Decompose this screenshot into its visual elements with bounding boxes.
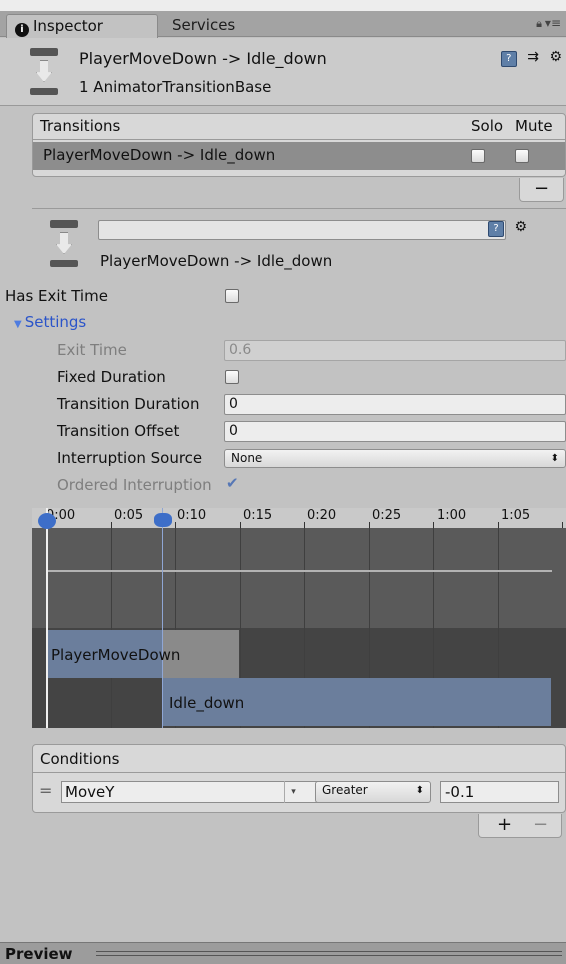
- object-title: PlayerMoveDown -> Idle_down: [79, 49, 327, 68]
- condition-mode-dropdown[interactable]: Greater ⬍: [315, 781, 431, 803]
- info-icon: i: [15, 23, 29, 37]
- conditions-list: Conditions = MoveY ▾ Greater ⬍ -0.1: [32, 744, 566, 813]
- conditions-header: Conditions: [33, 745, 565, 773]
- tab-inspector[interactable]: i Inspector: [6, 14, 158, 38]
- end-handle-icon[interactable]: [154, 513, 172, 527]
- dest-clip-block[interactable]: Idle_down: [163, 678, 551, 726]
- interruption-source-value: None: [231, 451, 263, 465]
- settings-gear-icon[interactable]: ⚙: [549, 49, 562, 65]
- add-condition-button[interactable]: +: [497, 814, 512, 836]
- ordered-interruption-checkmark-icon[interactable]: ✔: [226, 474, 239, 492]
- transition-duration-field[interactable]: 0: [224, 394, 566, 415]
- object-header: PlayerMoveDown -> Idle_down 1 AnimatorTr…: [0, 38, 566, 106]
- transition-icon: [50, 220, 78, 270]
- source-clip-label: PlayerMoveDown: [51, 646, 181, 664]
- transition-duration-label: Transition Duration: [57, 395, 200, 413]
- exit-time-label: Exit Time: [57, 341, 127, 359]
- transition-name-input[interactable]: [98, 220, 506, 240]
- tab-inspector-label: Inspector: [33, 17, 103, 35]
- settings-label: Settings: [24, 313, 87, 331]
- foldout-arrow-icon: ▼: [14, 319, 22, 330]
- object-subtitle: 1 AnimatorTransitionBase: [79, 78, 272, 96]
- condition-threshold-field[interactable]: -0.1: [440, 781, 559, 803]
- solo-header: Solo: [471, 117, 504, 135]
- tick-label: 1:00: [437, 508, 467, 523]
- start-handle-icon[interactable]: [38, 513, 56, 529]
- help-icon[interactable]: ?: [500, 51, 517, 67]
- transition-end-marker[interactable]: [162, 508, 163, 728]
- solo-checkbox[interactable]: [471, 149, 485, 163]
- dropdown-arrow-icon: ⬍: [550, 453, 559, 464]
- exit-time-field: 0.6: [224, 340, 566, 361]
- transition-title: PlayerMoveDown -> Idle_down: [100, 252, 333, 270]
- has-exit-time-label: Has Exit Time: [5, 287, 108, 305]
- fixed-duration-label: Fixed Duration: [57, 368, 166, 386]
- dropdown-arrow-icon: ⬍: [415, 785, 424, 796]
- lock-icon[interactable]: 🔒︎: [536, 17, 542, 31]
- transitions-header: Transitions Solo Mute: [33, 114, 565, 140]
- interruption-source-label: Interruption Source: [57, 449, 203, 467]
- help-icon[interactable]: ?: [488, 221, 504, 237]
- parameter-arrow-icon[interactable]: ▾: [284, 781, 302, 803]
- tick-label: 1:05: [501, 508, 531, 523]
- tick-label: 0:15: [243, 508, 273, 523]
- settings-gear-icon[interactable]: ⚙: [514, 219, 527, 235]
- ordered-interruption-label: Ordered Interruption: [57, 476, 212, 494]
- preset-icon[interactable]: ⇉: [527, 49, 539, 65]
- window-top-strip: [0, 0, 566, 11]
- tick-label: 0:10: [177, 508, 207, 523]
- preview-bar[interactable]: Preview: [0, 942, 566, 964]
- condition-parameter-value: MoveY: [65, 783, 115, 801]
- dest-clip-label: Idle_down: [169, 694, 245, 712]
- divider: [32, 208, 566, 209]
- tab-menu-icon[interactable]: ▾≡: [545, 16, 561, 30]
- playhead[interactable]: [46, 508, 48, 728]
- transitions-list: Transitions Solo Mute PlayerMoveDown -> …: [32, 113, 566, 177]
- settings-foldout[interactable]: ▼ Settings: [14, 313, 86, 331]
- transition-subheader: ? ⚙ PlayerMoveDown -> Idle_down: [32, 210, 566, 274]
- tab-services[interactable]: Services: [164, 14, 284, 38]
- timeline-ruler[interactable]: 0:00 0:05 0:10 0:15 0:20 0:25 1:00 1:05: [32, 508, 566, 528]
- remove-condition-button[interactable]: −: [533, 814, 548, 836]
- preview-label: Preview: [5, 945, 73, 963]
- transition-offset-label: Transition Offset: [57, 422, 180, 440]
- transition-icon: [30, 48, 58, 98]
- mute-header: Mute: [515, 117, 553, 135]
- mute-checkbox[interactable]: [515, 149, 529, 163]
- conditions-add-remove: + −: [478, 814, 562, 838]
- transition-row-label: PlayerMoveDown -> Idle_down: [43, 146, 276, 164]
- has-exit-time-checkbox[interactable]: [225, 289, 239, 303]
- tick-label: 0:25: [372, 508, 402, 523]
- weight-curve: [46, 570, 552, 572]
- tab-services-label: Services: [172, 16, 236, 34]
- condition-row: = MoveY ▾ Greater ⬍ -0.1: [33, 775, 565, 813]
- fixed-duration-checkbox[interactable]: [225, 370, 239, 384]
- timeline-curve-area: [32, 528, 566, 628]
- interruption-source-dropdown[interactable]: None ⬍: [224, 449, 566, 468]
- transition-timeline[interactable]: 0:00 0:05 0:10 0:15 0:20 0:25 1:00 1:05 …: [32, 508, 566, 728]
- tab-bar: i Inspector Services 🔒︎ ▾≡: [0, 11, 566, 38]
- transition-row[interactable]: PlayerMoveDown -> Idle_down: [33, 142, 565, 170]
- tick-label: 0:20: [307, 508, 337, 523]
- transitions-header-label: Transitions: [40, 117, 121, 135]
- transition-offset-field[interactable]: 0: [224, 421, 566, 442]
- preview-grip[interactable]: [96, 951, 562, 956]
- drag-handle-icon[interactable]: =: [39, 781, 52, 800]
- tick-label: 0:05: [114, 508, 144, 523]
- remove-transition-button[interactable]: −: [519, 178, 564, 202]
- condition-mode-value: Greater: [322, 783, 368, 797]
